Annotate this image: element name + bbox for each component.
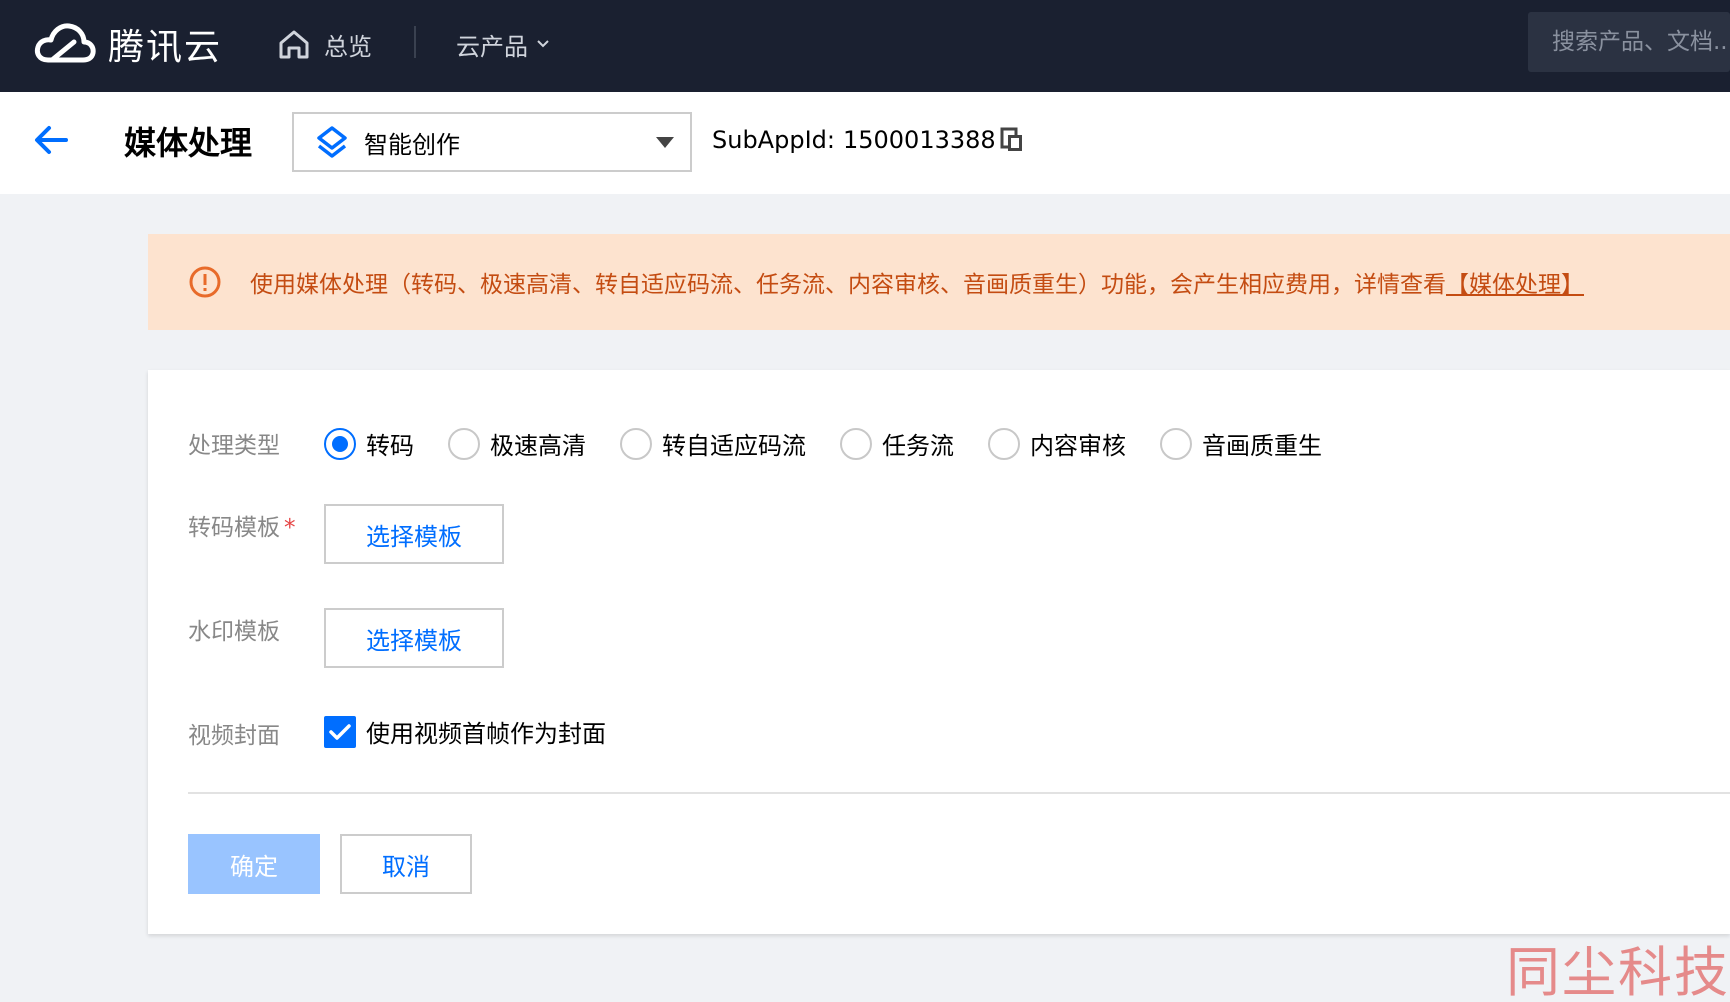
back-button[interactable] bbox=[32, 120, 72, 160]
banner-text: 使用媒体处理（转码、极速高清、转自适应码流、任务流、内容审核、音画质重生）功能，… bbox=[250, 272, 1446, 298]
required-mark: * bbox=[284, 515, 296, 541]
radio-button[interactable] bbox=[324, 427, 356, 460]
radio-label: 音画质重生 bbox=[1202, 432, 1322, 460]
page-header: 媒体处理 智能创作 SubAppId: 1500013388 bbox=[0, 92, 1730, 194]
radio-adaptive-stream[interactable]: 转自适应码流 bbox=[620, 426, 806, 461]
subappid-value: 1500013388 bbox=[842, 126, 996, 154]
nav-overview-label: 总览 bbox=[324, 32, 372, 61]
page-title: 媒体处理 bbox=[124, 124, 253, 162]
media-process-form: 处理类型 转码 极速高清 转自适应码流 任务流 内容审核 音画质重生 转码模板 *… bbox=[148, 370, 1730, 934]
global-search[interactable] bbox=[1528, 12, 1730, 72]
fee-warning-banner: 使用媒体处理（转码、极速高清、转自适应码流、任务流、内容审核、音画质重生）功能，… bbox=[148, 234, 1730, 330]
radio-content-review[interactable]: 内容审核 bbox=[988, 426, 1126, 461]
radio-label: 转自适应码流 bbox=[662, 432, 806, 460]
radio-label: 极速高清 bbox=[490, 432, 586, 460]
process-type-radio-group: 转码 极速高清 转自适应码流 任务流 内容审核 音画质重生 bbox=[324, 426, 1356, 461]
radio-button[interactable] bbox=[1160, 427, 1192, 460]
nav-overview[interactable]: 总览 bbox=[278, 24, 372, 64]
subappid-display: SubAppId: 1500013388 bbox=[712, 126, 1024, 154]
caret-down-icon bbox=[656, 136, 674, 148]
radio-fast-hd[interactable]: 极速高清 bbox=[448, 426, 586, 461]
nav-divider bbox=[414, 26, 416, 58]
radio-task-flow[interactable]: 任务流 bbox=[840, 426, 954, 461]
warning-circle-icon bbox=[189, 266, 221, 298]
confirm-button[interactable]: 确定 bbox=[188, 834, 320, 894]
chevron-down-icon bbox=[537, 40, 549, 48]
home-icon bbox=[279, 30, 309, 59]
app-select-dropdown[interactable]: 智能创作 bbox=[292, 112, 692, 172]
form-divider bbox=[188, 792, 1730, 794]
watermark-template-label: 水印模板 bbox=[188, 619, 280, 645]
company-watermark: 同尘科技 bbox=[1506, 941, 1730, 1002]
checkbox-label: 使用视频首帧作为封面 bbox=[366, 720, 606, 748]
radio-label: 转码 bbox=[366, 432, 414, 460]
subappid-label: SubAppId: bbox=[712, 126, 835, 154]
check-icon bbox=[329, 723, 351, 740]
radio-button[interactable] bbox=[840, 427, 872, 460]
radio-button[interactable] bbox=[620, 427, 652, 460]
nav-products-label: 云产品 bbox=[456, 32, 528, 61]
app-select-value: 智能创作 bbox=[364, 130, 460, 159]
process-type-label: 处理类型 bbox=[188, 433, 280, 459]
brand-logo[interactable]: 腾讯云 bbox=[34, 16, 222, 72]
radio-button[interactable] bbox=[448, 427, 480, 460]
layers-icon bbox=[317, 126, 347, 158]
top-navbar: 腾讯云 总览 云产品 bbox=[0, 0, 1730, 92]
transcode-template-label-text: 转码模板 bbox=[188, 515, 280, 541]
search-input[interactable] bbox=[1528, 12, 1730, 72]
use-first-frame-checkbox-row[interactable]: 使用视频首帧作为封面 bbox=[324, 714, 606, 749]
media-processing-link[interactable]: 【媒体处理】 bbox=[1446, 272, 1584, 298]
transcode-template-label: 转码模板 * bbox=[188, 508, 296, 542]
banner-message: 使用媒体处理（转码、极速高清、转自适应码流、任务流、内容审核、音画质重生）功能，… bbox=[250, 265, 1584, 299]
cancel-button[interactable]: 取消 bbox=[340, 834, 472, 894]
select-watermark-template-button[interactable]: 选择模板 bbox=[324, 608, 504, 668]
radio-button[interactable] bbox=[988, 427, 1020, 460]
radio-av-quality-rebirth[interactable]: 音画质重生 bbox=[1160, 426, 1322, 461]
copy-icon[interactable] bbox=[1000, 127, 1024, 153]
cloud-logo-icon bbox=[34, 23, 96, 63]
brand-name: 腾讯云 bbox=[108, 27, 223, 68]
arrow-left-icon bbox=[35, 126, 68, 154]
radio-label: 内容审核 bbox=[1030, 432, 1126, 460]
video-cover-label: 视频封面 bbox=[188, 723, 280, 749]
use-first-frame-checkbox[interactable] bbox=[324, 715, 356, 748]
nav-cloud-products[interactable]: 云产品 bbox=[456, 24, 550, 64]
radio-transcode[interactable]: 转码 bbox=[324, 426, 414, 461]
select-transcode-template-button[interactable]: 选择模板 bbox=[324, 504, 504, 564]
radio-label: 任务流 bbox=[882, 432, 954, 460]
